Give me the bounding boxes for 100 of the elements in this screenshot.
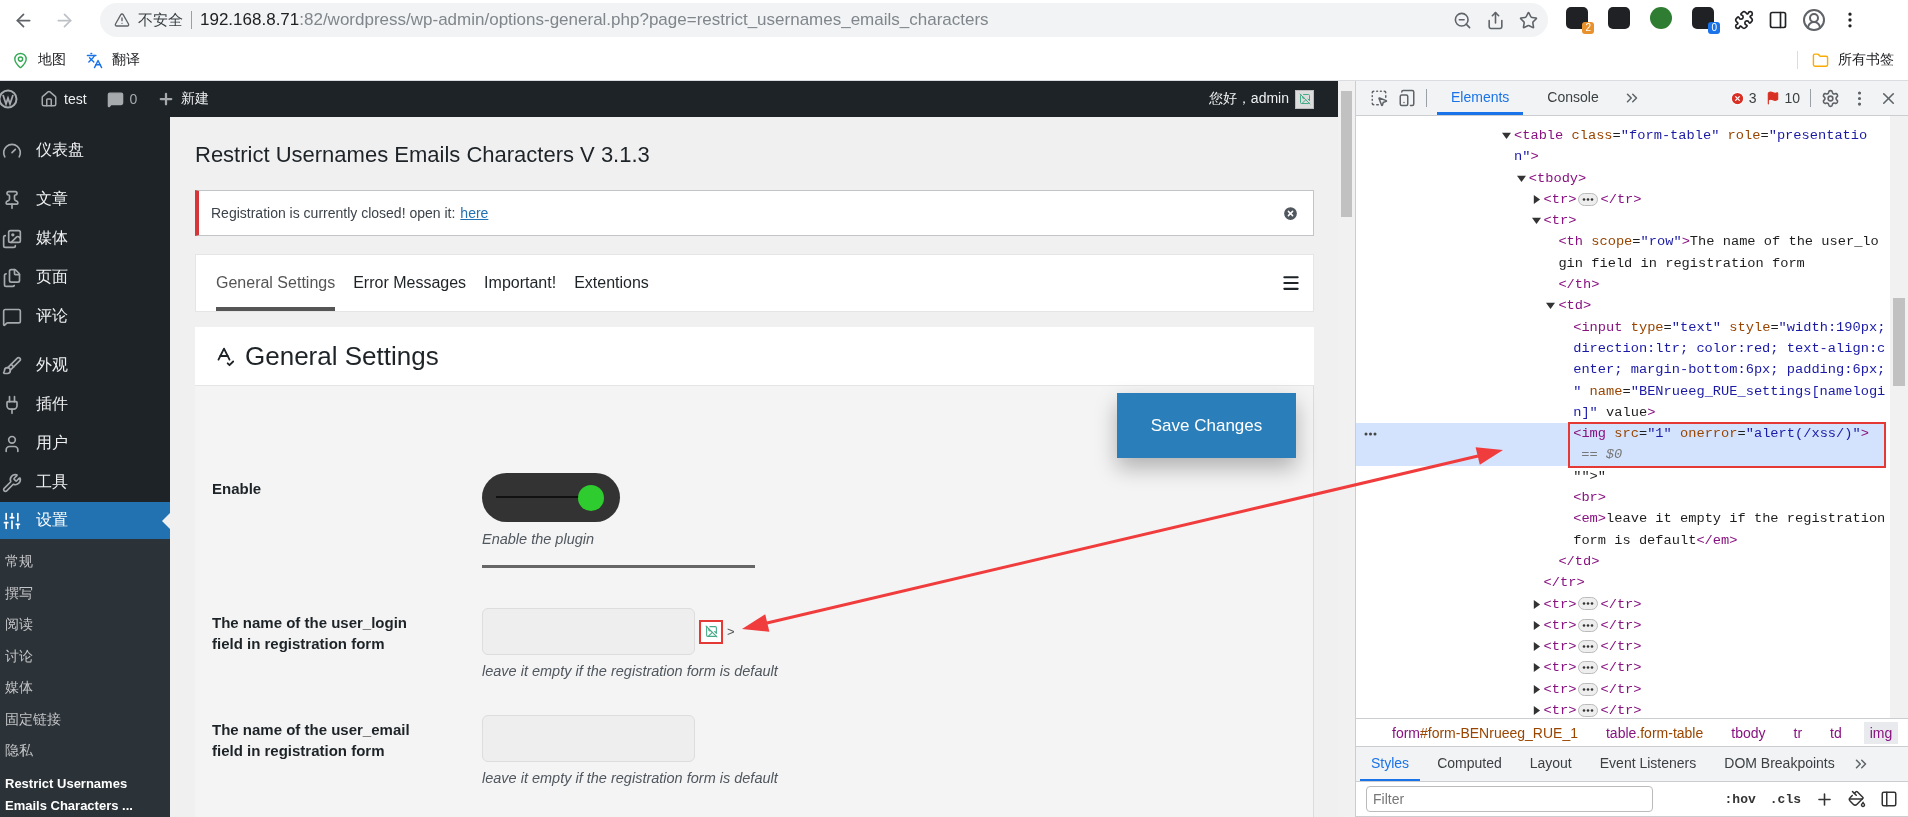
device-icon[interactable] — [1398, 89, 1416, 107]
caret-icon[interactable] — [1531, 706, 1541, 715]
dom-node[interactable]: </tr> — [1356, 572, 1886, 594]
dom-node[interactable]: <tr> — [1356, 210, 1886, 232]
dom-node[interactable]: <td> — [1356, 295, 1886, 317]
toggle-switch[interactable] — [482, 473, 620, 522]
dom-node[interactable]: <em>leave it empty if the registration form is default</em> — [1356, 508, 1886, 551]
dom-node[interactable]: </th> — [1356, 274, 1886, 296]
close-button[interactable] — [1282, 204, 1299, 222]
caret-icon[interactable] — [1516, 173, 1526, 183]
breadcrumb-item[interactable]: form#form-BENrueeg_RUE_1 — [1386, 721, 1584, 744]
dom-node[interactable]: <tr> </tr> — [1356, 614, 1886, 637]
notice-link[interactable]: here — [460, 205, 489, 221]
pane-tab[interactable]: Event Listeners — [1588, 747, 1708, 781]
scrollbar[interactable] — [1890, 116, 1908, 718]
dom-node[interactable]: <br> — [1356, 487, 1886, 509]
caret-icon[interactable] — [1531, 216, 1541, 226]
settings-icon[interactable] — [1821, 88, 1840, 108]
sidebar-icon[interactable] — [1768, 10, 1788, 30]
zoom-out-icon[interactable] — [1453, 10, 1472, 30]
dom-node[interactable]: <tr> </tr> — [1356, 678, 1886, 700]
dom-node[interactable]: <tr> </tr> — [1356, 188, 1886, 211]
caret-icon[interactable] — [1531, 599, 1541, 609]
caret-icon[interactable] — [1531, 194, 1541, 204]
ellipsis-icon[interactable] — [1578, 661, 1599, 675]
pane-tab[interactable]: Layout — [1518, 747, 1583, 781]
submenu-item[interactable]: 媒体 — [0, 672, 170, 704]
address-bar[interactable]: 不安全 192.168.8.71:82/wordpress/wp-admin/options-general.php?page=restrict_usernames_emails_characters — [100, 3, 1548, 37]
dom-node[interactable]: <tbody> — [1356, 167, 1886, 189]
bookmark[interactable]: 地图 — [12, 51, 66, 69]
save-button[interactable]: Save Changes — [1117, 393, 1296, 458]
breadcrumb-item[interactable]: table.form-table — [1599, 721, 1710, 744]
pane-tab[interactable]: Styles — [1360, 747, 1421, 781]
sidebar-item[interactable]: 外观 — [0, 346, 170, 385]
submenu-item[interactable]: 隐私 — [0, 735, 170, 767]
dom-node[interactable]: </td> — [1356, 550, 1886, 573]
submenu-item[interactable]: 固定链接 — [0, 703, 170, 735]
account-menu[interactable]: 您好，admin — [1202, 88, 1320, 110]
puzzle-icon[interactable] — [1734, 10, 1754, 30]
tab[interactable]: General Settings — [216, 255, 336, 311]
pane-tab[interactable]: Computed — [1426, 747, 1513, 781]
dom-node[interactable]: <tr> </tr> — [1356, 657, 1886, 679]
bookmark[interactable]: 翻译 — [86, 51, 140, 69]
caret-icon[interactable] — [1531, 663, 1541, 673]
tab[interactable]: Important! — [484, 255, 557, 311]
submenu-item[interactable]: 阅读 — [0, 609, 170, 641]
ellipsis-icon[interactable] — [1578, 192, 1599, 206]
ellipsis-icon[interactable] — [1578, 640, 1599, 653]
caret-icon[interactable] — [1531, 684, 1541, 694]
dom-node[interactable]: "">" — [1356, 465, 1886, 488]
ellipsis-icon[interactable] — [1578, 618, 1599, 632]
dom-node[interactable]: <img src="1" onerror="alert(/xss/)"> == $0 — [1356, 423, 1886, 466]
dom-node[interactable]: <tr> </tr> — [1356, 700, 1886, 718]
pane-tab[interactable]: DOM Breakpoints — [1713, 747, 1846, 781]
caret-icon[interactable] — [1502, 131, 1511, 140]
scrollbar[interactable] — [1338, 81, 1355, 817]
sidebar-item[interactable]: 设置 — [0, 502, 170, 539]
dom-node[interactable]: <input type="text" style="width:190px; direction:ltr; color:red; text-align:center; margin-bottom:6px; padding:6px; " name="BENrueeg_RUE_settings[namelogin]" value> — [1356, 316, 1886, 424]
sidebar-toggle-icon[interactable] — [1880, 790, 1898, 808]
breadcrumb-item[interactable]: img — [1863, 721, 1899, 744]
style-toggle[interactable]: .cls — [1769, 791, 1801, 807]
dom-node[interactable]: <tr> </tr> — [1356, 636, 1886, 658]
ellipsis-icon[interactable] — [1578, 597, 1599, 611]
inspect-icon[interactable] — [1370, 89, 1388, 107]
tab[interactable]: Extentions — [574, 255, 649, 311]
devtools-tab[interactable]: Elements — [1437, 81, 1524, 115]
submenu-item[interactable]: 讨论 — [0, 640, 170, 672]
avatar-icon[interactable] — [1802, 8, 1826, 32]
star-icon[interactable] — [1519, 10, 1538, 30]
sidebar-item[interactable]: 插件 — [0, 385, 170, 424]
all-bookmarks-button[interactable]: 所有书签 — [1797, 51, 1894, 69]
style-toggle[interactable]: :hov — [1724, 791, 1756, 807]
submenu-item[interactable]: 撰写 — [0, 577, 170, 609]
submenu-item[interactable]: 常规 — [0, 546, 170, 578]
sidebar-item[interactable]: 仪表盘 — [0, 131, 170, 170]
breadcrumb-item[interactable]: tr — [1787, 721, 1809, 744]
dom-node[interactable]: <th scope="row">The name of the user_login field in registration form — [1356, 231, 1886, 275]
caret-icon[interactable] — [1531, 642, 1541, 652]
sidebar-item[interactable]: 评论 — [0, 297, 170, 336]
sidebar-item[interactable]: 用户 — [0, 424, 170, 463]
caret-icon[interactable] — [1546, 301, 1556, 311]
paint-icon[interactable] — [1848, 790, 1866, 808]
ellipsis-icon[interactable] — [1578, 682, 1599, 696]
site-link[interactable]: test — [30, 81, 97, 117]
sidebar-item[interactable]: 文章 — [0, 180, 170, 219]
caret-icon[interactable] — [1531, 620, 1541, 630]
comments-link[interactable]: 0 — [96, 81, 148, 117]
logo-icon[interactable] — [0, 89, 18, 109]
dom-node[interactable]: <table class="form-table" role="presentation"> — [1356, 125, 1886, 168]
share-icon[interactable] — [1486, 10, 1505, 30]
dom-node[interactable]: <tr> </tr> — [1356, 593, 1886, 615]
tab[interactable]: Error Messages — [353, 255, 467, 311]
ellipsis-icon[interactable] — [1578, 703, 1599, 717]
sidebar-item[interactable]: 媒体 — [0, 219, 170, 258]
sidebar-item[interactable]: 工具 — [0, 463, 170, 502]
filter-field[interactable]: Filter — [1366, 786, 1653, 812]
new-link[interactable]: 新建 — [147, 81, 220, 117]
breadcrumb-item[interactable]: tbody — [1725, 721, 1772, 744]
breadcrumb-item[interactable]: td — [1824, 721, 1848, 744]
submenu-item[interactable]: Restrict Usernames Emails Characters ... — [0, 766, 170, 817]
